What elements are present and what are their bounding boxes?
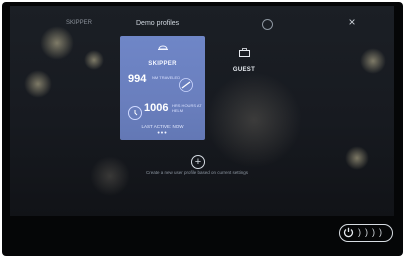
plus-circle-icon: + [194, 156, 202, 168]
device-bezel: SKIPPER Demo profiles × SKIPPER 994 NM T… [2, 2, 403, 256]
clock-icon [128, 106, 142, 120]
stat-label: HRS HOURS AT HELM [172, 103, 202, 113]
profile-card-guest[interactable]: GUEST [216, 44, 272, 73]
chevron-right-icon: ) [372, 227, 375, 237]
page-title: Demo profiles [136, 20, 180, 27]
glare-spot [345, 146, 369, 170]
helmsman-icon [158, 45, 168, 50]
more-options-button[interactable]: ••• [120, 130, 205, 137]
profile-card-skipper[interactable]: SKIPPER 994 NM TRAVELED 1006 HRS HOURS A… [120, 36, 205, 140]
chevron-right-icon: ) [379, 227, 382, 237]
reflection [206, 72, 302, 168]
reflection [90, 156, 130, 196]
glare-spot [40, 26, 74, 60]
chevron-right-icon: ) [358, 227, 361, 237]
gear-icon[interactable] [262, 19, 273, 30]
profile-screen: SKIPPER Demo profiles × SKIPPER 994 NM T… [10, 6, 394, 216]
profile-name: GUEST [232, 67, 256, 73]
boat-icon [179, 78, 193, 92]
glare-spot [24, 70, 52, 98]
power-icon [343, 227, 354, 238]
chevron-right-icon: ) [365, 227, 368, 237]
glare-spot [84, 50, 104, 70]
add-profile-button[interactable]: + [191, 155, 205, 169]
last-active-text: LAST ACTIVE: NOW [141, 124, 184, 129]
close-button[interactable]: × [346, 16, 358, 28]
corner-label: SKIPPER [66, 20, 93, 26]
suitcase-icon [238, 48, 250, 57]
stat-value: 994 [128, 73, 147, 85]
power-button[interactable]: ) ) ) ) [339, 224, 393, 242]
stat-value: 1006 [144, 102, 169, 114]
close-icon: × [348, 15, 356, 29]
add-profile-caption: Create a new user profile based on curre… [145, 170, 249, 175]
profile-name: SKIPPER [148, 61, 177, 67]
glare-spot [360, 48, 386, 74]
